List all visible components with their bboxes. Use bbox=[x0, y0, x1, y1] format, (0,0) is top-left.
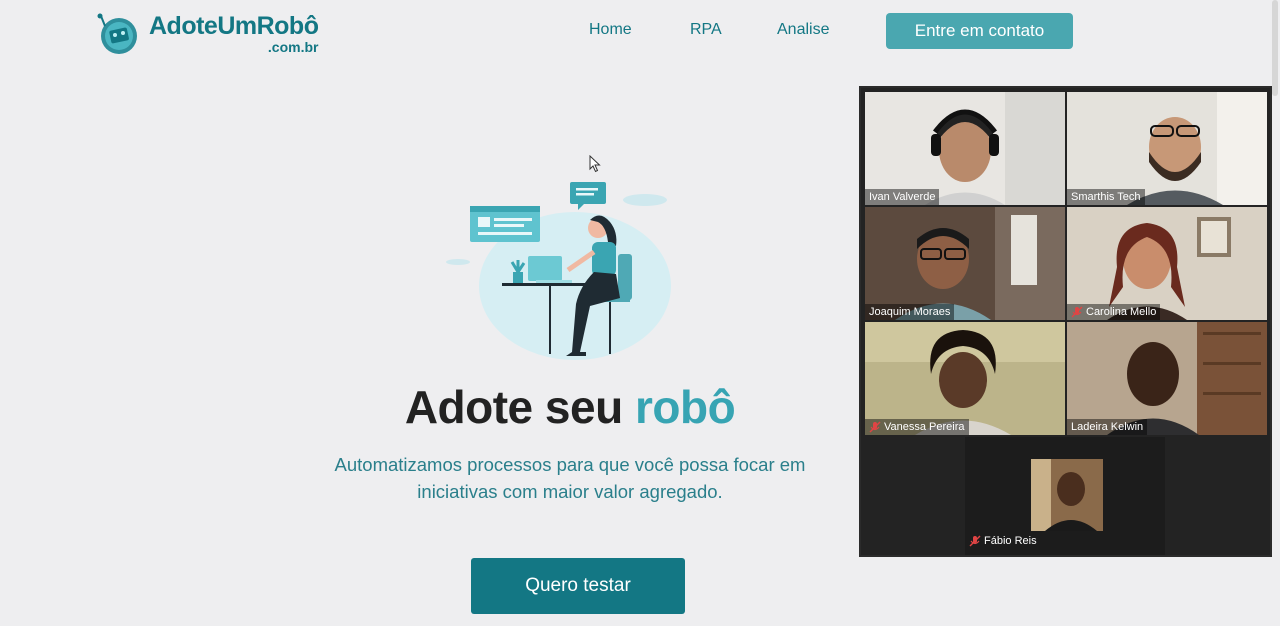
site-logo[interactable]: AdoteUmRobô .com.br bbox=[93, 12, 333, 56]
mic-muted-icon bbox=[969, 535, 981, 547]
page-scrollbar[interactable] bbox=[1272, 0, 1278, 96]
hero-subtitle: Automatizamos processos para que você po… bbox=[334, 454, 806, 502]
participant-avatar bbox=[1031, 459, 1103, 531]
nav-analise[interactable]: Analise bbox=[777, 21, 829, 39]
logo-domain: .com.br bbox=[267, 39, 319, 55]
contact-button[interactable]: Entre em contato bbox=[886, 13, 1073, 49]
participant-tile[interactable]: Fábio Reis bbox=[965, 437, 1165, 555]
participant-tile[interactable]: Smarthis Tech bbox=[1067, 92, 1267, 205]
mic-muted-icon bbox=[869, 421, 881, 433]
participant-name-label: Vanessa Pereira bbox=[865, 419, 969, 435]
hero-title: Adote seu robô bbox=[320, 380, 820, 434]
mouse-cursor-icon bbox=[589, 155, 601, 173]
mic-muted-icon bbox=[1071, 306, 1083, 318]
participant-name-label: Ivan Valverde bbox=[865, 189, 940, 205]
participant-tile[interactable]: Ivan Valverde bbox=[865, 92, 1065, 205]
participant-name-label: Ladeira Kelwin bbox=[1067, 419, 1148, 435]
video-call-grid: Ivan Valverde Smarthis Tech Joaquim Mora… bbox=[859, 86, 1272, 557]
participant-tile[interactable]: Carolina Mello bbox=[1067, 207, 1267, 320]
robot-logo-icon bbox=[93, 12, 141, 56]
participant-name-label: Carolina Mello bbox=[1067, 304, 1161, 320]
try-it-button[interactable]: Quero testar bbox=[471, 558, 685, 614]
hero-title-accent: robô bbox=[634, 381, 736, 433]
hero-illustration bbox=[440, 176, 680, 372]
participant-name-label: Fábio Reis bbox=[965, 533, 1041, 549]
nav-home[interactable]: Home bbox=[589, 21, 632, 39]
participant-tile-active-speaker[interactable]: Joaquim Moraes bbox=[865, 207, 1065, 320]
logo-title: AdoteUmRobô bbox=[149, 12, 319, 40]
participant-tile[interactable]: Vanessa Pereira bbox=[865, 322, 1065, 435]
nav-rpa[interactable]: RPA bbox=[690, 21, 722, 39]
participant-name-label: Smarthis Tech bbox=[1067, 189, 1145, 205]
participant-name-label: Joaquim Moraes bbox=[865, 304, 955, 320]
participant-tile[interactable]: Ladeira Kelwin bbox=[1067, 322, 1267, 435]
hero-title-main: Adote seu bbox=[404, 381, 623, 433]
